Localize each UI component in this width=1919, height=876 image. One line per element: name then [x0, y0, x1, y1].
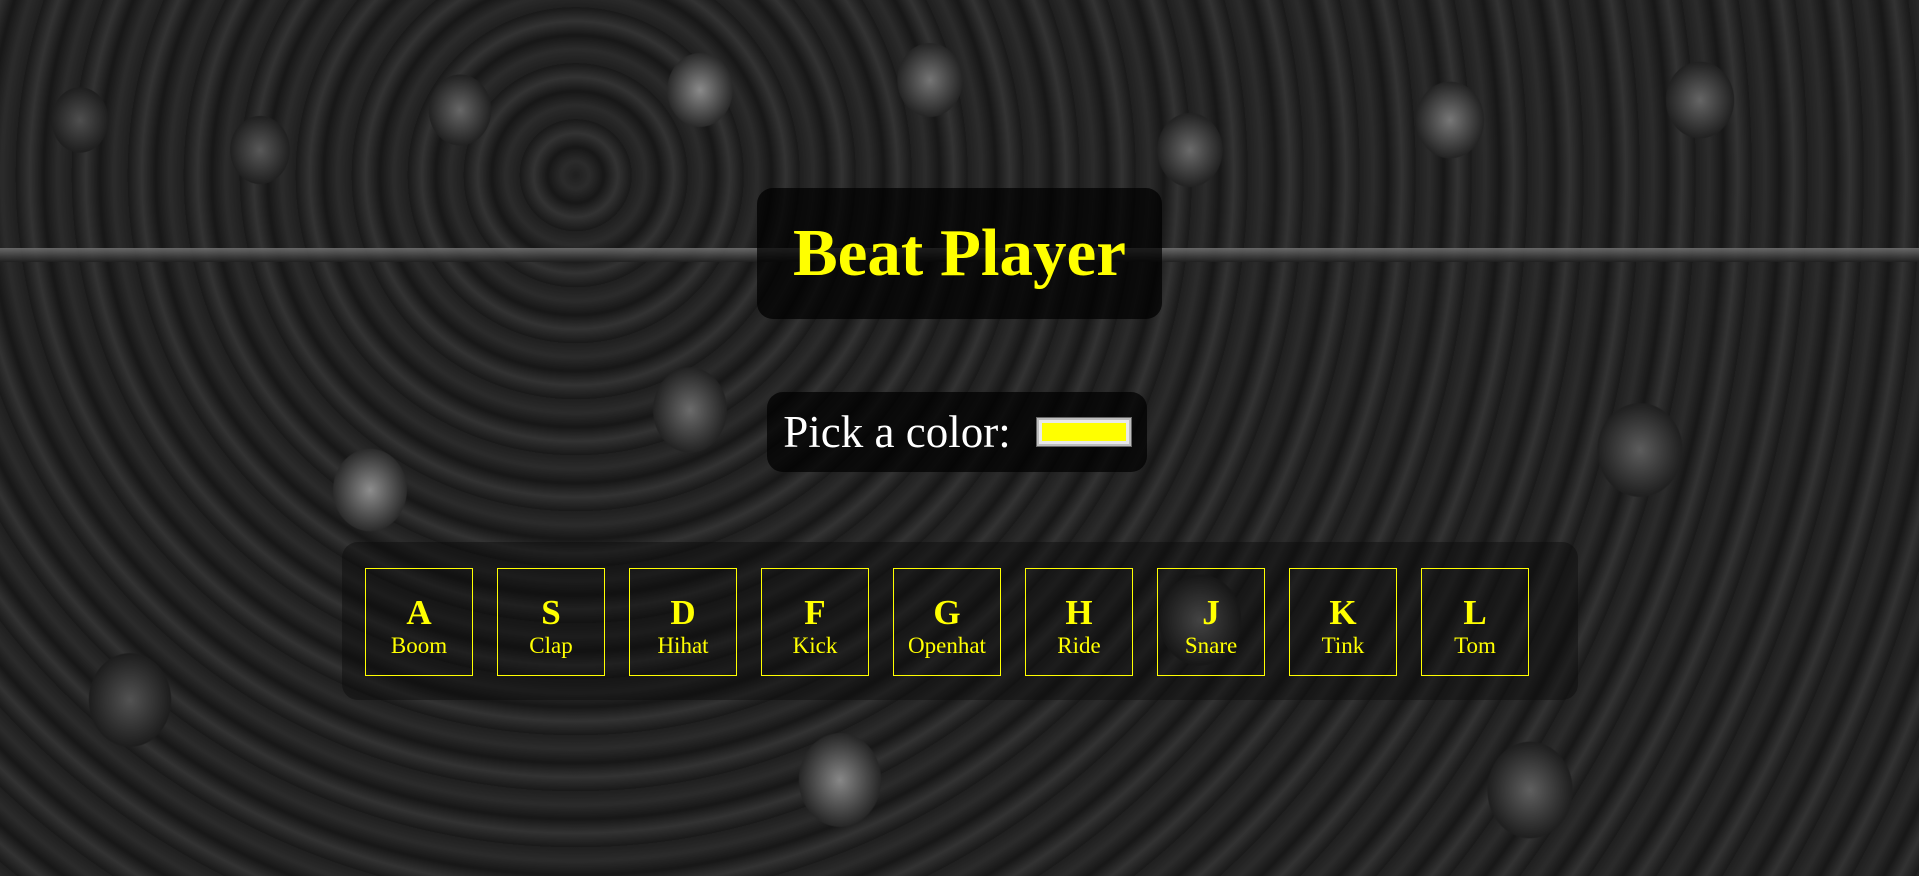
key-sound-label: Ride: [1057, 633, 1101, 658]
key-sound-label: Hihat: [657, 633, 709, 658]
drum-key-tom[interactable]: L Tom: [1421, 568, 1529, 676]
drum-key-clap[interactable]: S Clap: [497, 568, 605, 676]
key-sound-label: Clap: [529, 633, 573, 658]
key-letter: L: [1463, 593, 1487, 632]
color-picker-label: Pick a color:: [783, 407, 1011, 457]
key-letter: D: [670, 593, 696, 632]
drum-key-kick[interactable]: F Kick: [761, 568, 869, 676]
color-swatch-fill: [1041, 423, 1126, 441]
drum-key-snare[interactable]: J Snare: [1157, 568, 1265, 676]
key-letter: H: [1065, 593, 1093, 632]
key-sound-label: Openhat: [908, 633, 986, 658]
color-input[interactable]: [1035, 417, 1132, 447]
drum-keys: A Boom S Clap D Hihat F Kick G Openhat H…: [365, 568, 1529, 676]
key-letter: K: [1329, 593, 1357, 632]
drum-key-hihat[interactable]: D Hihat: [629, 568, 737, 676]
key-letter: S: [541, 593, 561, 632]
key-sound-label: Tink: [1321, 633, 1365, 658]
key-letter: F: [804, 593, 826, 632]
title-container: Beat Player: [757, 188, 1162, 319]
drum-key-ride[interactable]: H Ride: [1025, 568, 1133, 676]
drum-key-tink[interactable]: K Tink: [1289, 568, 1397, 676]
drum-key-openhat[interactable]: G Openhat: [893, 568, 1001, 676]
key-sound-label: Boom: [390, 633, 448, 658]
color-picker-container: Pick a color:: [767, 392, 1147, 472]
key-letter: G: [933, 593, 961, 632]
key-sound-label: Kick: [792, 633, 838, 658]
key-sound-label: Snare: [1184, 633, 1238, 658]
page-title: Beat Player: [792, 216, 1126, 290]
drum-key-boom[interactable]: A Boom: [365, 568, 473, 676]
key-sound-label: Tom: [1454, 633, 1496, 658]
key-letter: A: [406, 593, 432, 632]
key-letter: J: [1202, 593, 1220, 632]
